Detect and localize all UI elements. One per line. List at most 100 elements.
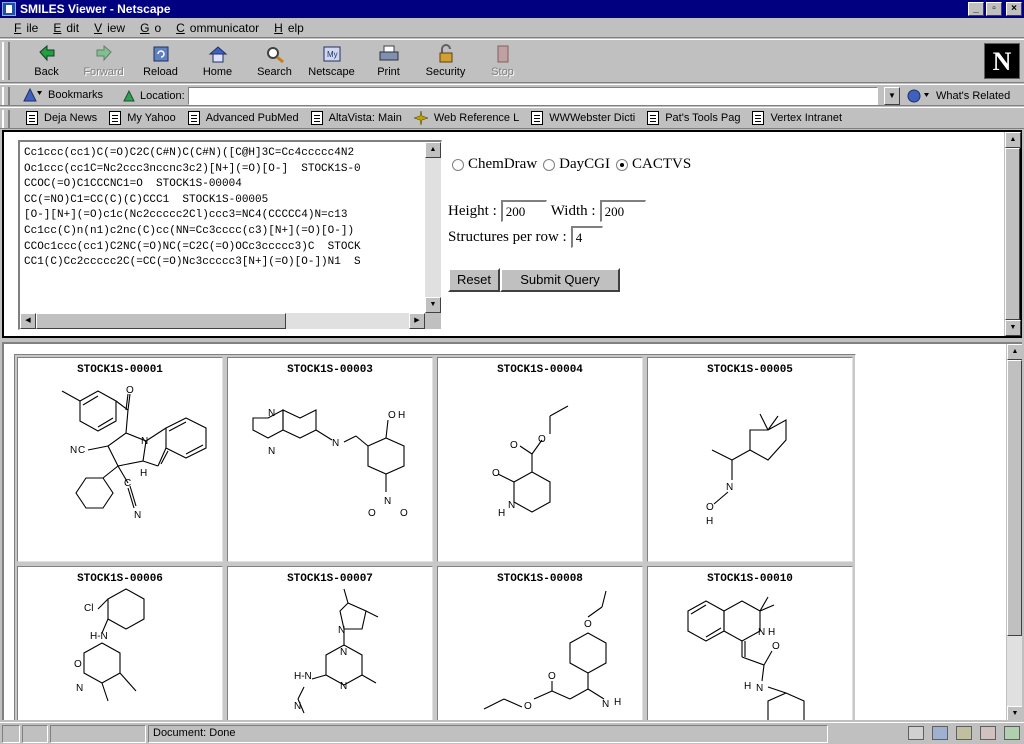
- scroll-right-arrow[interactable]: ▶: [409, 313, 425, 329]
- svg-text:H-N: H-N: [294, 671, 312, 682]
- bookmark-label: Web Reference L: [433, 112, 520, 124]
- close-button[interactable]: ×: [1006, 2, 1022, 16]
- location-dropdown-button[interactable]: ▼: [884, 87, 900, 105]
- structure-drawing: Cl H-N O N: [74, 588, 145, 702]
- bookmark-my-yahoo[interactable]: My Yahoo: [109, 111, 176, 125]
- personal-grip[interactable]: [2, 110, 10, 128]
- smiles-text[interactable]: Cc1ccc(cc1)C(=O)C2C(C#N)C(C#N)([C@H]3C=C…: [22, 144, 424, 312]
- print-button[interactable]: Print: [360, 42, 417, 80]
- menu-view[interactable]: View: [84, 21, 130, 35]
- netscape-app-icon[interactable]: [2, 2, 16, 16]
- scroll-up-arrow[interactable]: ▲: [1007, 344, 1022, 360]
- menu-go[interactable]: Go: [130, 21, 166, 35]
- structures-per-row-input[interactable]: 4: [570, 226, 603, 248]
- bookmark-label: WWWebster Dicti: [549, 112, 636, 124]
- structure-cell[interactable]: STOCK1S-00005 N O H: [645, 355, 855, 564]
- security-status-icon[interactable]: [2, 725, 20, 743]
- page-icon: [752, 111, 765, 125]
- bookmark-altavista[interactable]: AltaVista: Main: [310, 111, 402, 125]
- connection-icon: [22, 725, 48, 743]
- radio-cactvs-label: CACTVS: [631, 156, 692, 172]
- svg-text:N: N: [384, 496, 391, 507]
- radio-daycgi[interactable]: [543, 158, 556, 171]
- bookmark-deja-news[interactable]: Deja News: [26, 111, 97, 125]
- minimize-button[interactable]: _: [968, 2, 984, 16]
- stop-label: Stop: [491, 66, 514, 78]
- search-button[interactable]: Search: [246, 42, 303, 80]
- height-label: Height :: [448, 202, 497, 219]
- composer-icon[interactable]: [1004, 726, 1020, 740]
- radio-chemdraw[interactable]: [452, 158, 464, 171]
- menu-help[interactable]: Help: [264, 21, 309, 35]
- toolbar-grip[interactable]: [2, 42, 10, 80]
- navigator-icon[interactable]: [908, 726, 924, 740]
- bookmark-pats-tools[interactable]: Pat's Tools Pag: [647, 111, 740, 125]
- svg-text:H: H: [706, 516, 713, 527]
- scroll-down-arrow[interactable]: ▼: [1005, 320, 1021, 336]
- structure-cell[interactable]: STOCK1S-00008 O O O N H: [435, 564, 645, 720]
- menu-communicator-mnemonic: C: [176, 20, 185, 35]
- structure-cell[interactable]: STOCK1S-00007 N N N H-N N: [225, 564, 435, 720]
- bookmark-vertex-intranet[interactable]: Vertex Intranet: [752, 111, 842, 125]
- stop-button[interactable]: Stop: [474, 42, 531, 80]
- smiles-horizontal-scrollbar[interactable]: ◀ ▶: [20, 313, 425, 329]
- menu-edit[interactable]: Edit: [43, 21, 84, 35]
- vertical-scroll-thumb[interactable]: [1005, 148, 1020, 320]
- horizontal-scroll-thumb[interactable]: [36, 313, 286, 329]
- scroll-left-arrow[interactable]: ◀: [20, 313, 36, 329]
- discussions-icon[interactable]: [956, 726, 972, 740]
- smiles-line: Oc1ccc(cc1C=Nc2ccc3nccnc3c2)[N+](=O)[O-]…: [24, 162, 361, 175]
- vertical-scroll-thumb[interactable]: [1007, 360, 1022, 636]
- security-button[interactable]: Security: [417, 42, 474, 80]
- submit-query-button[interactable]: Submit Query: [500, 268, 620, 292]
- forward-button[interactable]: Forward: [75, 42, 132, 80]
- home-button[interactable]: Home: [189, 42, 246, 80]
- bookmark-wwwebster[interactable]: WWWebster Dicti: [531, 111, 635, 125]
- page-proxy-icon[interactable]: [122, 89, 136, 103]
- results-frame-scrollbar[interactable]: ▲ ▼: [1006, 344, 1022, 720]
- menu-file[interactable]: File: [4, 21, 43, 35]
- smiles-textarea[interactable]: Cc1ccc(cc1)C(=O)C2C(C#N)C(C#N)([C@H]3C=C…: [18, 140, 442, 330]
- location-toolbar: Bookmarks Location: ▼ What's Related: [0, 84, 1024, 106]
- radio-cactvs[interactable]: [615, 158, 628, 171]
- netscape-button[interactable]: My Netscape: [303, 42, 360, 80]
- structure-cell[interactable]: STOCK1S-00010 N H O H N: [645, 564, 855, 720]
- back-button[interactable]: Back: [18, 42, 75, 80]
- smiles-vertical-scrollbar[interactable]: ▲ ▼: [425, 142, 441, 313]
- structures-per-row-label: Structures per row :: [448, 228, 567, 245]
- svg-text:O: O: [538, 434, 546, 445]
- input-frame-scrollbar[interactable]: ▲ ▼: [1004, 132, 1021, 336]
- netscape-logo[interactable]: N: [984, 43, 1020, 79]
- radio-chemdraw-label: ChemDraw: [468, 156, 538, 172]
- svg-text:My: My: [327, 50, 338, 59]
- menu-bar: File Edit View Go Communicator Help: [0, 18, 1024, 38]
- page-icon: [310, 111, 323, 125]
- bookmarks-button[interactable]: Bookmarks: [22, 87, 103, 103]
- scroll-up-arrow[interactable]: ▲: [1005, 132, 1021, 148]
- svg-text:N: N: [268, 408, 275, 419]
- location-input[interactable]: [188, 87, 878, 105]
- bookmark-web-reference[interactable]: Web Reference L: [413, 111, 520, 125]
- structure-cell[interactable]: STOCK1S-00003 N N N O H N O O: [225, 355, 435, 564]
- scroll-up-arrow[interactable]: ▲: [425, 142, 441, 158]
- reload-button[interactable]: Reload: [132, 42, 189, 80]
- mail-icon[interactable]: [932, 726, 948, 740]
- structure-cell[interactable]: STOCK1S-00006 Cl H-N O N: [15, 564, 225, 720]
- width-input[interactable]: 200: [599, 200, 646, 222]
- reload-label: Reload: [143, 66, 178, 78]
- reset-button[interactable]: Reset: [448, 268, 500, 292]
- smiles-line: CC1(C)Cc2ccccc2C(=CC(=O)Nc3ccccc3[N+](=O…: [24, 256, 361, 269]
- structure-cell[interactable]: STOCK1S-00004 O O O H N: [435, 355, 645, 564]
- whats-related-button[interactable]: What's Related: [906, 88, 1010, 104]
- component-bar: [908, 726, 1020, 740]
- bookmark-advanced-pubmed[interactable]: Advanced PubMed: [187, 111, 299, 125]
- menu-communicator[interactable]: Communicator: [166, 21, 264, 35]
- height-input[interactable]: 200: [500, 200, 547, 222]
- structure-cell[interactable]: STOCK1S-00001 O N C N H C N: [15, 355, 225, 564]
- scroll-down-arrow[interactable]: ▼: [1007, 706, 1022, 720]
- maximize-button[interactable]: ▫: [986, 2, 1002, 16]
- bookmark-label: Advanced PubMed: [205, 112, 299, 124]
- scroll-down-arrow[interactable]: ▼: [425, 297, 441, 313]
- location-grip[interactable]: [2, 87, 10, 105]
- address-book-icon[interactable]: [980, 726, 996, 740]
